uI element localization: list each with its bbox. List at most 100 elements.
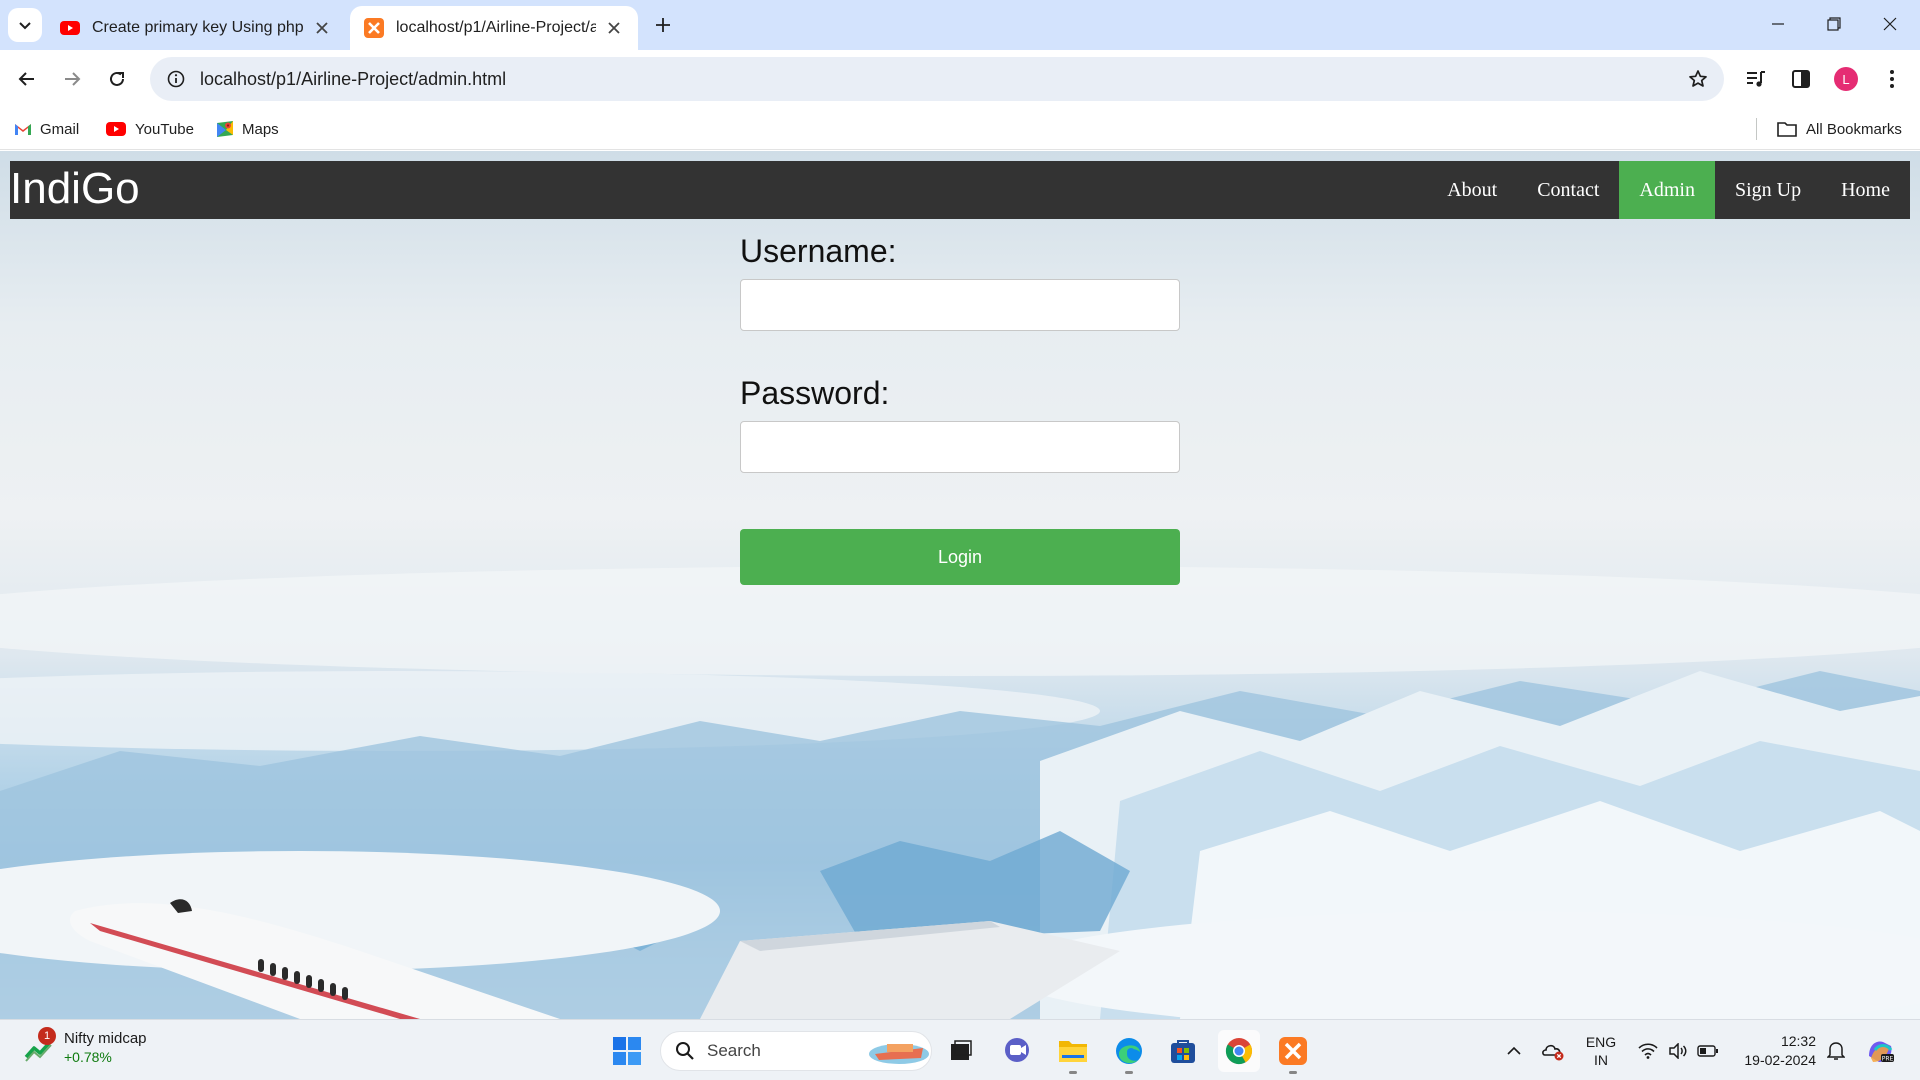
language-indicator[interactable]: ENG IN — [1578, 1030, 1624, 1072]
youtube-icon — [105, 120, 127, 138]
tab-youtube[interactable]: Create primary key Using phpm — [46, 6, 346, 50]
xampp-button[interactable] — [1272, 1030, 1314, 1074]
site-info-icon[interactable] — [154, 57, 198, 101]
browser-tab-strip: Create primary key Using phpm localhost/… — [0, 0, 1920, 50]
restore-button[interactable] — [1806, 0, 1862, 48]
start-button[interactable] — [606, 1030, 648, 1072]
tab-title: localhost/p1/Airline-Project/adm — [396, 19, 596, 36]
stock-widget[interactable]: 1 Nifty midcap +0.78% — [24, 1027, 147, 1066]
clock-time: 12:32 — [1780, 1033, 1816, 1049]
menu-button[interactable] — [1874, 61, 1910, 97]
bookmark-gmail[interactable]: Gmail — [14, 117, 79, 141]
site-nav-links: About Contact Admin Sign Up Home — [1427, 161, 1910, 219]
nav-link-admin[interactable]: Admin — [1619, 161, 1715, 219]
task-view-button[interactable] — [940, 1030, 982, 1072]
windows-taskbar: 1 Nifty midcap +0.78% Search ENG IN 12:3… — [0, 1019, 1920, 1080]
arrow-right-icon — [65, 72, 81, 86]
cloud-error-icon — [1542, 1044, 1564, 1061]
onedrive-status[interactable] — [1538, 1030, 1568, 1072]
minimize-button[interactable] — [1750, 0, 1806, 48]
region-code: IN — [1594, 1052, 1608, 1068]
browser-toolbar: localhost/p1/Airline-Project/admin.html … — [0, 50, 1920, 108]
wifi-icon — [1638, 1043, 1658, 1059]
notifications-button[interactable] — [1822, 1030, 1850, 1072]
tab-search-button[interactable] — [8, 8, 42, 42]
teams-chat-icon — [1005, 1038, 1029, 1062]
bookmark-maps[interactable]: Maps — [216, 117, 279, 141]
widget-title: Nifty midcap — [64, 1030, 147, 1047]
language-code: ENG — [1585, 1034, 1617, 1050]
close-icon[interactable] — [312, 18, 332, 38]
chrome-button[interactable] — [1218, 1030, 1260, 1072]
store-icon — [1171, 1040, 1195, 1063]
show-hidden-icons-button[interactable] — [1500, 1030, 1528, 1072]
site-brand-logo[interactable]: IndiGo — [10, 163, 140, 215]
copilot-button[interactable]: PRE — [1862, 1030, 1898, 1072]
stock-chart-icon: 1 — [24, 1027, 56, 1063]
clock-date: 19-02-2024 — [1744, 1052, 1816, 1068]
bookmark-youtube[interactable]: YouTube — [105, 117, 194, 141]
bookmark-star-icon[interactable] — [1678, 59, 1718, 99]
file-explorer-icon — [1059, 1041, 1087, 1062]
page-viewport: IndiGo About Contact Admin Sign Up Home … — [0, 151, 1920, 1019]
admin-login-form: Username: Password: Login — [740, 231, 1180, 585]
forward-button[interactable] — [54, 61, 90, 97]
nav-link-contact[interactable]: Contact — [1517, 161, 1619, 219]
battery-icon — [1697, 1045, 1718, 1057]
widget-change: +0.78% — [64, 1049, 112, 1065]
all-bookmarks-button[interactable]: All Bookmarks — [1776, 117, 1902, 141]
bookmarks-divider — [1756, 118, 1757, 140]
close-icon[interactable] — [604, 18, 624, 38]
edge-button[interactable] — [1108, 1030, 1150, 1074]
start-icon — [613, 1037, 641, 1065]
wifi-status[interactable] — [1634, 1030, 1662, 1072]
gmail-icon — [14, 120, 32, 138]
nav-link-signup[interactable]: Sign Up — [1715, 161, 1821, 219]
file-explorer-button[interactable] — [1052, 1030, 1094, 1074]
taskbar-search-box[interactable]: Search — [660, 1031, 932, 1071]
new-tab-button[interactable] — [648, 10, 678, 40]
profile-button[interactable]: L — [1828, 61, 1864, 97]
more-vertical-icon — [1890, 70, 1894, 88]
url-text: localhost/p1/Airline-Project/admin.html — [200, 68, 507, 89]
teams-chat-button[interactable] — [996, 1030, 1038, 1072]
copilot-icon: PRE — [1869, 1041, 1894, 1063]
bookmarks-bar: Gmail YouTube Maps All Bookmarks — [0, 108, 1920, 150]
media-control-icon[interactable] — [1738, 61, 1774, 97]
nav-link-about[interactable]: About — [1427, 161, 1517, 219]
battery-status[interactable] — [1694, 1030, 1722, 1072]
maps-icon — [216, 120, 234, 138]
reload-button[interactable] — [99, 61, 135, 97]
chrome-icon — [1225, 1038, 1253, 1065]
tab-admin[interactable]: localhost/p1/Airline-Project/adm — [350, 6, 638, 50]
address-bar[interactable]: localhost/p1/Airline-Project/admin.html — [150, 57, 1724, 101]
username-label: Username: — [740, 233, 897, 269]
reload-icon — [110, 71, 124, 86]
arrow-left-icon — [18, 72, 34, 86]
close-window-button[interactable] — [1862, 0, 1918, 48]
volume-control[interactable] — [1664, 1030, 1692, 1072]
search-icon — [676, 1042, 694, 1060]
side-panel-icon[interactable] — [1783, 61, 1819, 97]
system-clock[interactable]: 12:32 19-02-2024 — [1734, 1032, 1816, 1070]
search-placeholder: Search — [707, 1041, 761, 1060]
bookmark-label: Maps — [242, 120, 279, 138]
chevron-up-icon — [1507, 1046, 1521, 1055]
close-icon — [1883, 17, 1897, 31]
back-button[interactable] — [9, 61, 45, 97]
bookmark-label: Gmail — [40, 120, 80, 138]
bell-icon — [1827, 1042, 1845, 1060]
nav-link-home[interactable]: Home — [1821, 161, 1910, 219]
password-label: Password: — [740, 375, 890, 411]
login-button[interactable]: Login — [740, 529, 1180, 585]
bookmark-label: All Bookmarks — [1806, 120, 1902, 138]
store-button[interactable] — [1162, 1030, 1204, 1072]
bookmark-label: YouTube — [135, 120, 194, 138]
tab-title: Create primary key Using phpm — [92, 19, 304, 36]
username-input[interactable] — [740, 279, 1180, 331]
password-input[interactable] — [740, 421, 1180, 473]
search-highlight-icon — [869, 1044, 929, 1064]
minimize-icon — [1772, 23, 1784, 25]
edge-icon — [1116, 1038, 1142, 1064]
folder-icon — [1776, 120, 1798, 138]
